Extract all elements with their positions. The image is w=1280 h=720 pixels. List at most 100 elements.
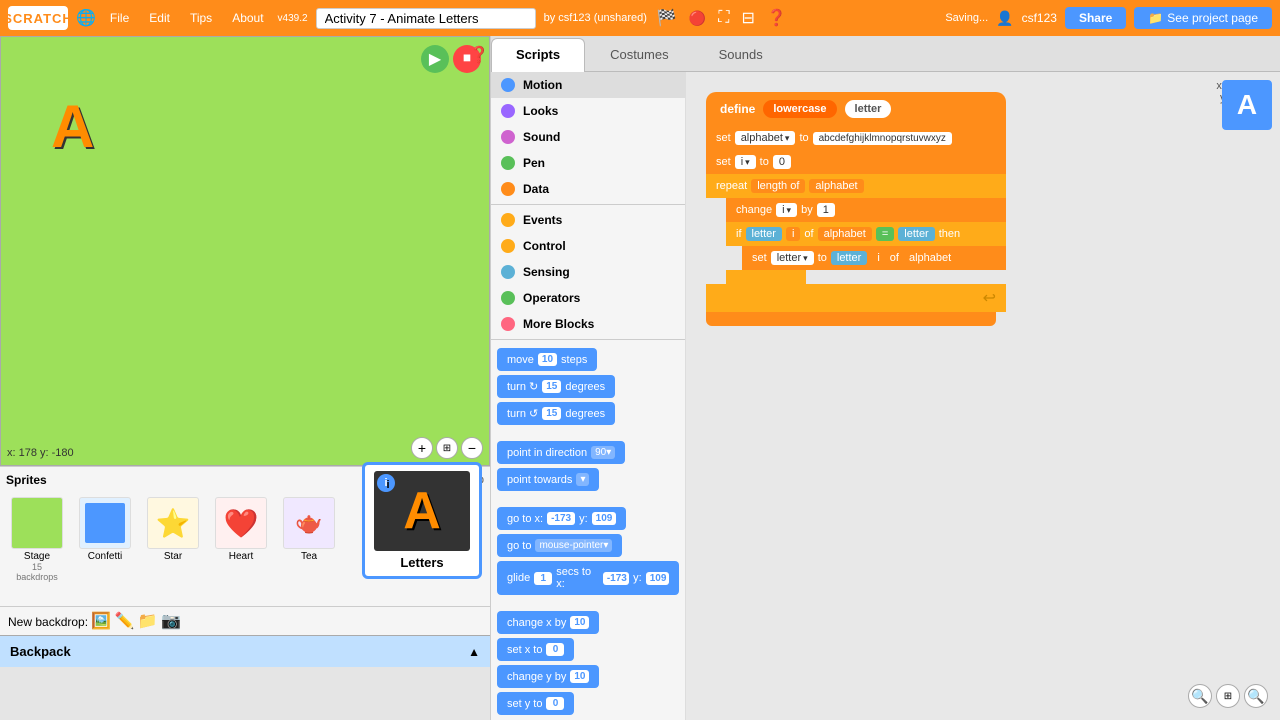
category-operators[interactable]: Operators <box>491 285 685 311</box>
equals-op: = <box>876 227 894 241</box>
backpack-label: Backpack <box>10 644 71 659</box>
sprite-item-tea[interactable]: 🫖 Tea <box>278 493 340 586</box>
change-keyword: change <box>736 204 772 216</box>
of-keyword: of <box>804 228 813 240</box>
define-keyword: define <box>720 102 755 116</box>
see-project-button[interactable]: 📁 See project page <box>1134 7 1272 29</box>
sprite-item-stage[interactable]: Stage 15 backdrops <box>6 493 68 586</box>
category-looks[interactable]: Looks <box>491 98 685 124</box>
category-data[interactable]: Data <box>491 176 685 202</box>
sound-dot <box>501 130 515 144</box>
left-panel: ▶ ⏹ A x: 178 y: -180 + ⊞ − ❓ Sprites New… <box>0 36 490 720</box>
glide-y-val: 109 <box>646 572 669 585</box>
category-pen[interactable]: Pen <box>491 150 685 176</box>
direction-dropdown[interactable]: 90▾ <box>591 446 615 459</box>
repeat-block[interactable]: repeat length of alphabet <box>706 174 1006 198</box>
fullscreen-icon[interactable]: ⛶ <box>718 9 729 27</box>
glide-secs-val: 1 <box>534 572 552 585</box>
project-title-input[interactable] <box>316 8 536 29</box>
backdrop-paint-icon[interactable]: 🖼️ <box>91 613 111 630</box>
towards-dropdown[interactable]: ▾ <box>576 473 589 486</box>
sprite-item-star[interactable]: ⭐ Star <box>142 493 204 586</box>
about-menu[interactable]: About <box>226 9 269 27</box>
green-flag-icon[interactable]: 🏁 <box>657 8 677 28</box>
block-change-y[interactable]: change y by 10 <box>497 665 599 688</box>
tab-costumes[interactable]: Costumes <box>585 38 694 73</box>
set-alphabet-block[interactable]: set alphabet ▾ to abcdefghijklmnopqrstuv… <box>706 126 1006 150</box>
pen-dot <box>501 156 515 170</box>
sprite-item-confetti[interactable]: Confetti <box>74 493 136 586</box>
green-flag-button[interactable]: ▶ <box>421 45 449 73</box>
block-goto-xy[interactable]: go to x: -173 y: 109 <box>497 507 626 530</box>
category-motion[interactable]: Motion <box>491 72 685 98</box>
backpack-bar[interactable]: Backpack ▲ <box>0 635 490 667</box>
block-move[interactable]: move 10 steps <box>497 348 597 371</box>
block-point-towards[interactable]: point towards ▾ <box>497 468 599 491</box>
category-more-blocks[interactable]: More Blocks <box>491 311 685 337</box>
sensing-label: Sensing <box>523 265 570 279</box>
set-i-block[interactable]: set i ▾ to 0 <box>706 150 1006 174</box>
info-badge[interactable]: i <box>377 474 395 492</box>
tea-name: Tea <box>301 551 317 562</box>
share-button[interactable]: Share <box>1065 7 1126 29</box>
define-block[interactable]: define lowercase letter <box>706 92 1006 126</box>
canvas-zoom-reset[interactable]: ⊞ <box>1216 684 1240 708</box>
to-keyword-3: to <box>818 252 827 264</box>
block-turn-ccw[interactable]: turn ↺ 15 degrees <box>497 402 615 425</box>
zoom-in-icon[interactable]: + <box>411 437 433 459</box>
tab-scripts[interactable]: Scripts <box>491 38 585 73</box>
backdrop-folder-icon[interactable]: 📁 <box>138 613 158 630</box>
looks-label: Looks <box>523 104 558 118</box>
new-backdrop-bar: New backdrop: 🖼️ ✏️ 📁 📷 <box>0 606 490 635</box>
change-i-block[interactable]: change i ▾ by 1 <box>726 198 1006 222</box>
more-blocks-dot <box>501 317 515 331</box>
username[interactable]: csf123 <box>1022 11 1057 25</box>
canvas-zoom-out[interactable]: 🔍 <box>1244 684 1268 708</box>
i-value: 0 <box>773 155 791 169</box>
category-control[interactable]: Control <box>491 233 685 259</box>
zoom-reset-icon[interactable]: ⊞ <box>436 437 458 459</box>
palette-scroll[interactable]: move 10 steps turn ↻ 15 degrees turn ↺ 1… <box>491 342 685 720</box>
category-events[interactable]: Events <box>491 207 685 233</box>
define-block-group: define lowercase letter set alphabet ▾ t… <box>706 92 1006 326</box>
version-label: v439.2 <box>278 13 308 24</box>
tab-sounds[interactable]: Sounds <box>694 38 788 73</box>
globe-icon[interactable]: 🌐 <box>76 8 96 28</box>
goto-dropdown[interactable]: mouse-pointer▾ <box>535 539 612 552</box>
change-x-val: 10 <box>570 616 589 629</box>
see-project-label: See project page <box>1167 11 1258 25</box>
set-keyword-1: set <box>716 132 731 144</box>
set-letter-block[interactable]: set letter ▾ to letter i of alphabet <box>742 246 1006 270</box>
backdrop-camera-icon[interactable]: 📷 <box>161 613 181 630</box>
edit-menu[interactable]: Edit <box>143 9 176 27</box>
block-set-y[interactable]: set y to 0 <box>497 692 574 715</box>
alphabet-ref-3: alphabet <box>903 251 957 265</box>
sprite-item-heart[interactable]: ❤️ Heart <box>210 493 272 586</box>
collapse-icon[interactable]: ⊟ <box>741 8 754 28</box>
stop-icon[interactable]: 🔴 <box>689 10 706 27</box>
if-block[interactable]: if letter i of alphabet = letter then <box>726 222 1006 246</box>
block-glide[interactable]: glide 1 secs to x: -173 y: 109 <box>497 561 679 595</box>
repeat-end: ↩ <box>706 284 1006 312</box>
letter-fn: letter <box>831 251 867 265</box>
block-point-direction[interactable]: point in direction 90▾ <box>497 441 625 464</box>
canvas-zoom-in[interactable]: 🔍 <box>1188 684 1212 708</box>
block-set-x[interactable]: set x to 0 <box>497 638 574 661</box>
canvas-area[interactable]: x: -173 y: 106 A define lowercase letter <box>686 72 1280 720</box>
zoom-out-icon[interactable]: − <box>461 437 483 459</box>
stage-question-mark[interactable]: ❓ <box>469 45 489 65</box>
project-subtitle: by csf123 (unshared) <box>544 12 647 24</box>
file-menu[interactable]: File <box>104 9 135 27</box>
motion-blocks-list: move 10 steps turn ↻ 15 degrees turn ↺ 1… <box>491 342 685 720</box>
block-goto-pointer[interactable]: go to mouse-pointer▾ <box>497 534 622 557</box>
alphabet-var: alphabet ▾ <box>735 131 796 145</box>
star-thumb: ⭐ <box>147 497 199 549</box>
block-change-x[interactable]: change x by 10 <box>497 611 599 634</box>
category-sound[interactable]: Sound <box>491 124 685 150</box>
scratch-logo[interactable]: SCRATCH <box>8 6 68 30</box>
category-sensing[interactable]: Sensing <box>491 259 685 285</box>
tips-menu[interactable]: Tips <box>184 9 218 27</box>
help-icon[interactable]: ❓ <box>767 8 787 28</box>
block-turn-cw[interactable]: turn ↻ 15 degrees <box>497 375 615 398</box>
backdrop-edit-icon[interactable]: ✏️ <box>115 613 135 630</box>
